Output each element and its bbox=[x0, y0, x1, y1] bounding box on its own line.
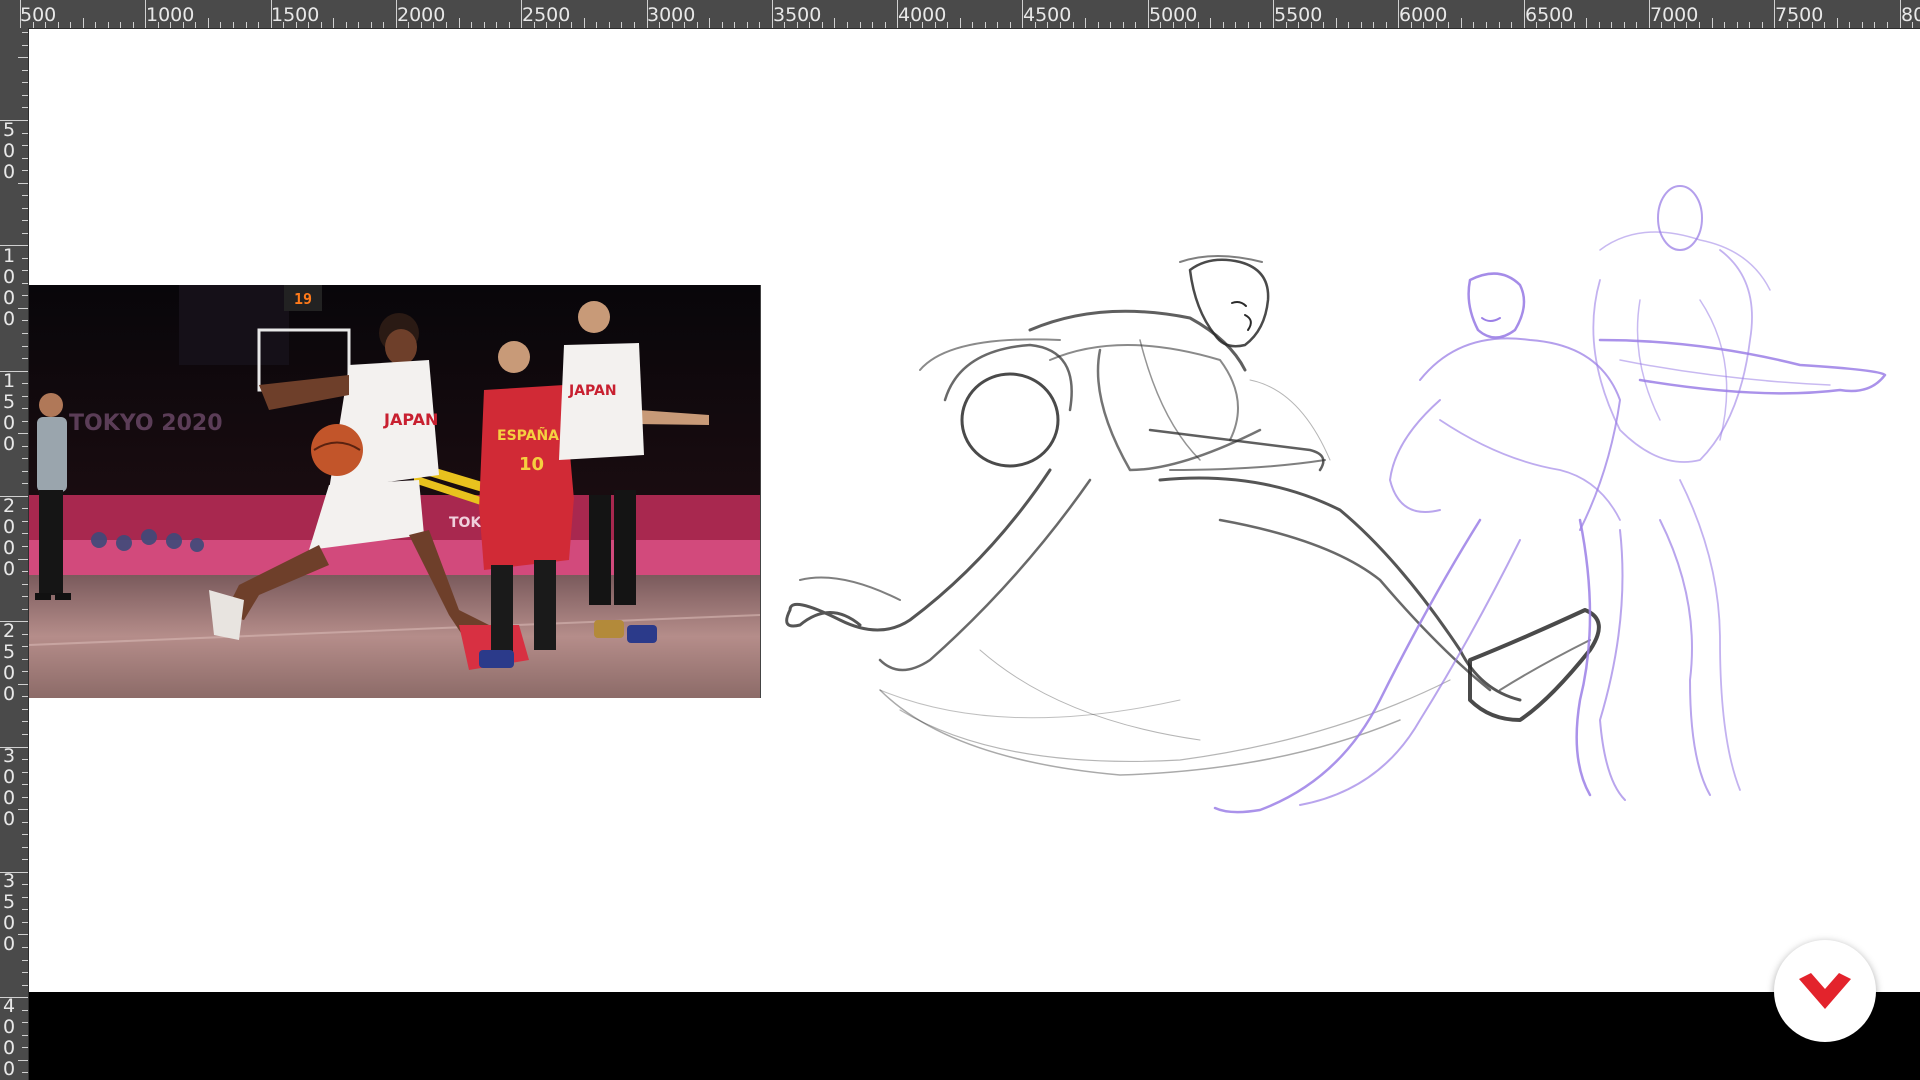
ruler-label-5000: 5000 bbox=[1149, 4, 1198, 26]
ruler-label-3000: 3000 bbox=[647, 4, 696, 26]
ruler-label-6000: 6000 bbox=[1399, 4, 1448, 26]
ruler-label-v500: 500 bbox=[2, 119, 16, 183]
horizontal-ruler[interactable]: 500 1000 1500 2000 2500 3000 3500 4000 4… bbox=[0, 0, 1920, 29]
ruler-label-5500: 5500 bbox=[1274, 4, 1323, 26]
ruler-label-v2000: 2000 bbox=[2, 495, 16, 580]
ruler-label-v1500: 1500 bbox=[2, 370, 16, 455]
ruler-label-2000: 2000 bbox=[397, 4, 446, 26]
ruler-label-v2500: 2500 bbox=[2, 620, 16, 705]
drawing-app-window: 500 1000 1500 2000 2500 3000 3500 4000 4… bbox=[0, 0, 1920, 1080]
ruler-label-v3500: 3500 bbox=[2, 870, 16, 955]
ruler-label-4500: 4500 bbox=[1023, 4, 1072, 26]
ruler-label-v1000: 1000 bbox=[2, 245, 16, 330]
ruler-label-8000: 8000 bbox=[1901, 4, 1920, 26]
ruler-label-7500: 7500 bbox=[1775, 4, 1824, 26]
gray-gesture-drawing bbox=[785, 255, 1601, 776]
gesture-sketch[interactable] bbox=[29, 29, 1920, 992]
ruler-label-v3000: 3000 bbox=[2, 745, 16, 830]
ruler-label-500: 500 bbox=[20, 4, 57, 26]
ruler-label-1500: 1500 bbox=[271, 4, 320, 26]
canvas-bottom-margin bbox=[29, 992, 1920, 1080]
ruler-label-7000: 7000 bbox=[1650, 4, 1699, 26]
ruler-label-v4000: 4000 bbox=[2, 995, 16, 1080]
domestika-logo-icon bbox=[1799, 973, 1851, 1009]
ruler-label-3500: 3500 bbox=[773, 4, 822, 26]
vertical-ruler[interactable]: 500 1000 1500 2000 2500 3000 3500 4000 bbox=[0, 28, 29, 1080]
ruler-label-2500: 2500 bbox=[522, 4, 571, 26]
ruler-label-4000: 4000 bbox=[898, 4, 947, 26]
ruler-label-6500: 6500 bbox=[1525, 4, 1574, 26]
drawing-canvas[interactable]: 19 TOKYO 2020 TOKYO 2020 bbox=[29, 29, 1920, 992]
ruler-label-1000: 1000 bbox=[146, 4, 195, 26]
domestika-logo-button[interactable] bbox=[1774, 940, 1876, 1042]
